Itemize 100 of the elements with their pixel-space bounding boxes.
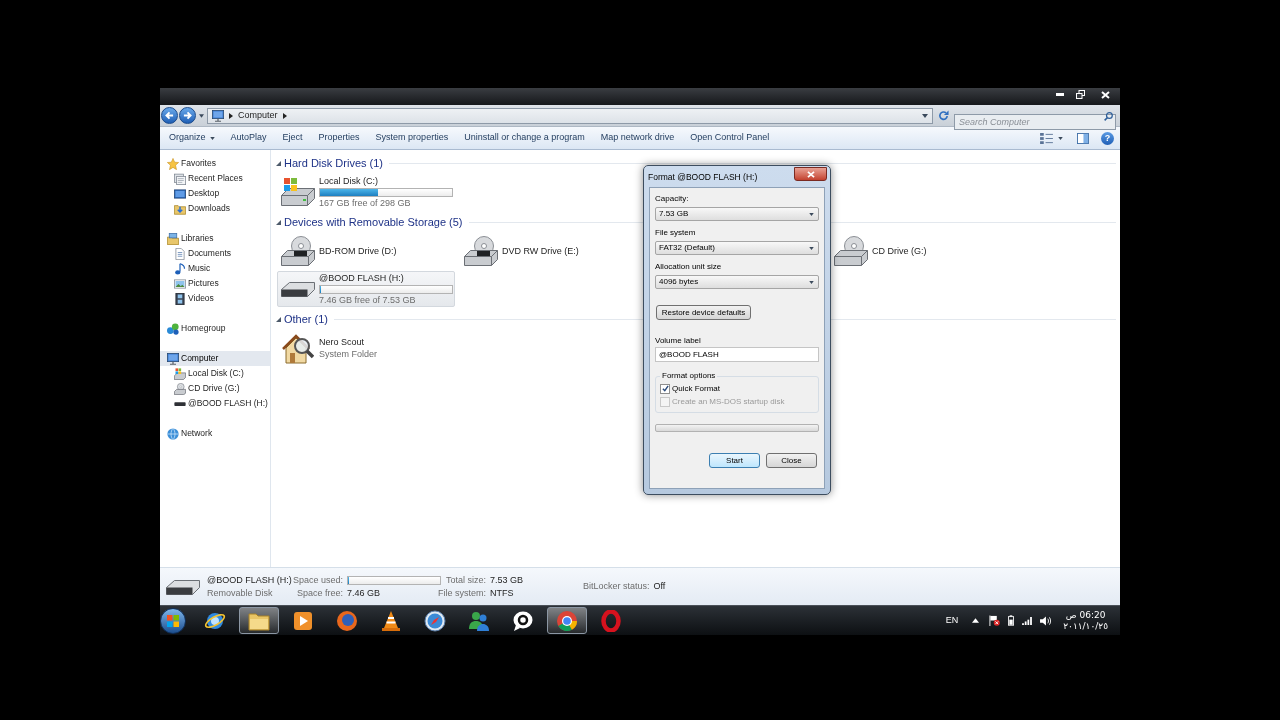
item-name: DVD RW Drive (E:) (502, 245, 579, 257)
volume-label-field[interactable]: @BOOD FLASH (655, 347, 819, 362)
expander-triangle-icon[interactable] (276, 219, 281, 225)
search-field[interactable]: Search Computer (954, 113, 1116, 130)
computer-icon (167, 352, 179, 365)
field-label: BitLocker status: (583, 581, 650, 592)
group-header[interactable]: Devices with Removable Storage (5) (284, 213, 463, 231)
arrow-left-icon (165, 111, 174, 120)
field-label: Volume label (655, 335, 701, 346)
expander-triangle-icon[interactable] (276, 316, 281, 322)
dropdown[interactable]: 7.53 GB (655, 207, 819, 221)
flag-logo-icon (167, 614, 179, 627)
chevron-icon[interactable] (229, 112, 233, 119)
taskbar-button[interactable] (547, 607, 587, 634)
speaker-icon[interactable] (1040, 615, 1052, 626)
close-button[interactable] (794, 167, 827, 181)
sidebar-item[interactable]: Videos (160, 291, 270, 306)
up-arrow-icon[interactable] (972, 618, 980, 623)
film-icon (174, 292, 186, 305)
checkmark-icon (661, 385, 669, 392)
close-icon (806, 170, 815, 178)
expander-triangle-icon[interactable] (276, 160, 281, 166)
caret-icon (809, 246, 814, 250)
help-button[interactable]: ? (1101, 131, 1114, 145)
field-label: Space used: (293, 574, 344, 586)
item-tile[interactable]: BD-ROM Drive (D:) (277, 233, 455, 269)
item-detail: 7.46 GB free of 7.53 GB (319, 294, 417, 306)
music-note-icon (174, 262, 186, 275)
toolbar-button[interactable]: Uninstall or change a program (456, 128, 593, 148)
breadcrumb-item[interactable]: Computer (238, 108, 278, 123)
clock[interactable]: 06:20 ص ٢٠١١/١٠/٢٥ (1063, 609, 1108, 632)
caret-icon[interactable] (922, 113, 928, 118)
toolbar-button[interactable]: Organize (161, 128, 223, 148)
refresh-icon[interactable] (938, 110, 949, 121)
sidebar-item[interactable]: Pictures (160, 276, 270, 291)
search-icon[interactable] (1104, 111, 1113, 121)
toolbar-button[interactable]: Eject (274, 128, 311, 148)
item-tile[interactable]: @BOOD FLASH (H:) 7.46 GB free of 7.53 GB (277, 271, 455, 307)
optical-drive-icon (281, 236, 315, 266)
compass-icon (424, 609, 446, 632)
toolbar-button[interactable]: Open Control Panel (682, 128, 778, 148)
document-icon (174, 247, 186, 260)
picture-icon (174, 277, 186, 290)
sidebar-item[interactable]: Desktop (160, 186, 270, 201)
checkbox[interactable] (660, 383, 670, 394)
chevron-icon[interactable] (282, 112, 287, 119)
taskbar-button[interactable] (239, 607, 279, 634)
sidebar-item[interactable]: Computer (160, 351, 270, 366)
desktop-icon (174, 187, 186, 200)
toolbar-button[interactable]: AutoPlay (222, 128, 275, 148)
caret-icon[interactable] (199, 113, 204, 118)
item-name: Nero Scout (319, 336, 366, 348)
document-stack-icon (174, 172, 186, 185)
dialog-button[interactable]: Start (709, 453, 760, 468)
restore-defaults-button[interactable]: Restore device defaults (656, 305, 751, 320)
house-magnifier-icon (282, 332, 314, 364)
sidebar-item[interactable]: Favorites (160, 156, 270, 171)
start-button[interactable] (160, 607, 186, 634)
address-field[interactable]: Computer (207, 107, 933, 124)
toolbar-button[interactable]: System properties (367, 128, 457, 148)
signal-bars-icon[interactable] (1022, 616, 1033, 625)
restore-icon (1076, 90, 1085, 99)
toolbar-button[interactable]: Map network drive (592, 128, 683, 148)
sidebar-item[interactable]: Homegroup (160, 321, 270, 336)
item-tile[interactable]: Nero Scout System Folder (277, 330, 455, 366)
toolbar-button[interactable]: Properties (310, 128, 368, 148)
sidebar-item[interactable]: CD Drive (G:) (160, 381, 270, 396)
usb-drive-icon (281, 280, 315, 298)
checkbox-label[interactable]: Quick Format (672, 382, 720, 395)
item-tile[interactable]: DVD RW Drive (E:) (460, 233, 638, 269)
sidebar-item[interactable]: @BOOD FLASH (H:) (160, 396, 270, 411)
back-button[interactable] (161, 107, 178, 124)
field-value: Off (653, 581, 666, 592)
sidebar-item[interactable]: Downloads (160, 201, 270, 216)
sidebar-item[interactable]: Libraries (160, 231, 270, 246)
sidebar-item[interactable]: Recent Places (160, 171, 270, 186)
homegroup-icon (167, 322, 179, 335)
dialog-button[interactable]: Close (766, 453, 817, 468)
language-indicator[interactable]: EN (945, 613, 959, 628)
view-options-button[interactable] (1040, 130, 1063, 146)
download-folder-icon (174, 202, 186, 215)
field-label: File system: (438, 587, 486, 599)
sidebar-item[interactable]: Network (160, 426, 270, 441)
sidebar-item[interactable]: Local Disk (C:) (160, 366, 270, 381)
group-header[interactable]: Hard Disk Drives (1) (284, 154, 383, 172)
sidebar-item[interactable]: Documents (160, 246, 270, 261)
dropdown[interactable]: FAT32 (Default) (655, 241, 819, 255)
item-detail: System Folder (319, 348, 378, 360)
sidebar-item[interactable]: Music (160, 261, 270, 276)
flag-icon[interactable] (989, 615, 1001, 626)
dropdown[interactable]: 4096 bytes (655, 275, 819, 289)
item-tile[interactable]: CD Drive (G:) (830, 233, 1008, 269)
item-tile[interactable]: Local Disk (C:) 167 GB free of 298 GB (277, 174, 455, 210)
battery-icon[interactable] (1008, 615, 1015, 626)
optical-drive-icon (174, 382, 186, 395)
forward-button[interactable] (179, 107, 196, 124)
group-header[interactable]: Other (1) (284, 310, 328, 328)
preview-pane-button[interactable] (1077, 130, 1089, 146)
clock-date: ٢٠١١/١٠/٢٥ (1063, 620, 1108, 632)
drive-name: @BOOD FLASH (H:) (207, 574, 292, 586)
